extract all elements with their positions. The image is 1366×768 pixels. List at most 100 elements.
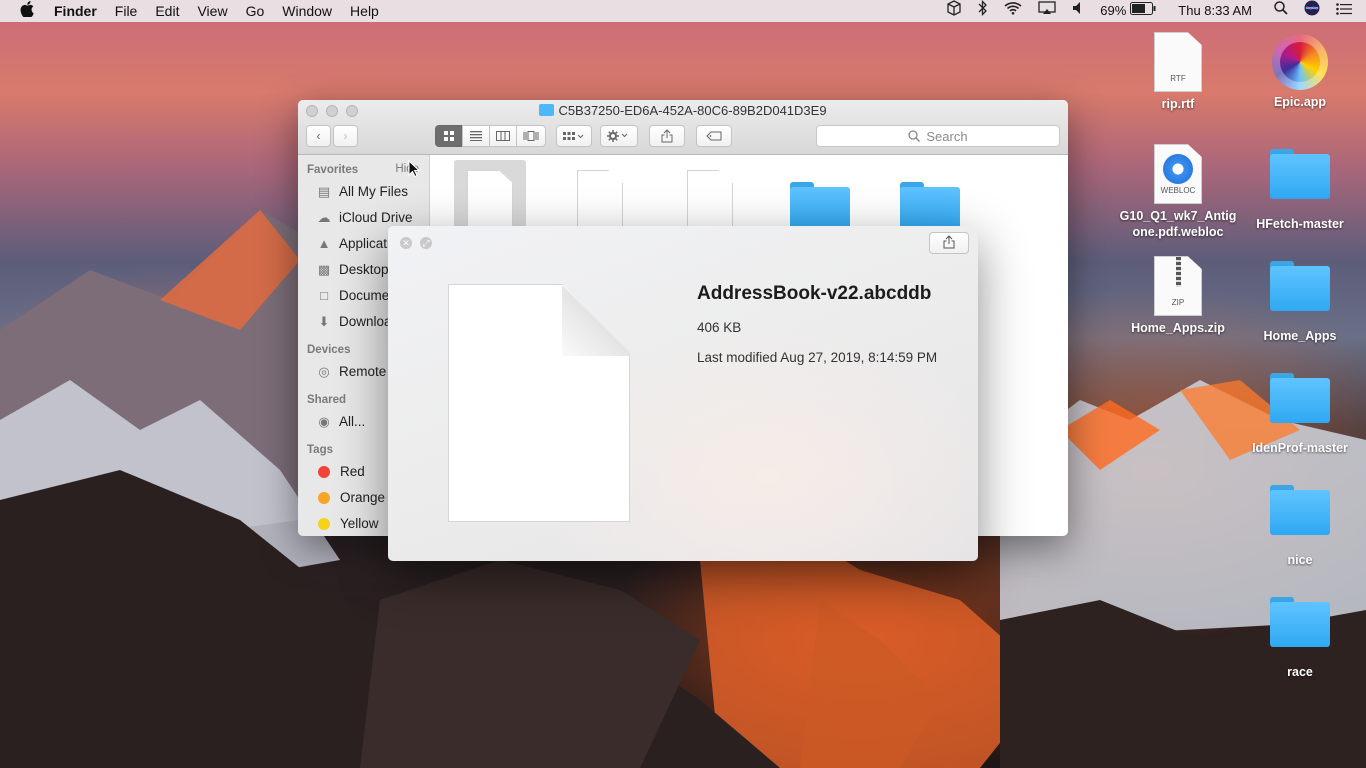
network-icon: ◉ — [318, 414, 330, 429]
quick-look-modified-date: Last modified Aug 27, 2019, 8:14:59 PM — [697, 350, 938, 365]
desktop-icon-label: rip.rtf — [1161, 97, 1195, 111]
battery-icon[interactable] — [1128, 0, 1164, 22]
desktop-icon-hfetch-master[interactable]: HFetch-master — [1240, 144, 1360, 232]
document-icon — [687, 170, 733, 230]
menu-edit[interactable]: Edit — [146, 0, 188, 22]
battery-percent[interactable]: 69% — [1092, 0, 1128, 22]
gear-icon — [607, 130, 628, 142]
menu-file[interactable]: File — [106, 0, 147, 22]
edit-tags-button[interactable] — [696, 125, 732, 147]
search-field[interactable]: Search — [816, 125, 1060, 147]
apple-menu-icon[interactable] — [0, 1, 54, 21]
search-placeholder: Search — [926, 128, 968, 144]
arrange-grid-icon — [563, 132, 584, 140]
label-line-1: G10_Q1_wk7_Antig — [1119, 209, 1237, 223]
folder-icon — [1270, 149, 1330, 199]
desktop-icon-home-apps-zip[interactable]: ZIP Home_Apps.zip — [1118, 256, 1238, 336]
page-fold-icon — [562, 284, 630, 356]
arrange-button[interactable] — [556, 125, 592, 147]
document-icon — [577, 170, 623, 230]
airplay-icon[interactable] — [1030, 0, 1064, 22]
cover-flow-icon — [523, 131, 539, 141]
applications-icon: ▲ — [317, 236, 331, 251]
zip-tag: ZIP — [1171, 298, 1185, 307]
bluetooth-icon[interactable] — [970, 0, 996, 23]
list-view-button[interactable] — [462, 125, 490, 147]
quick-look-filesize: 406 KB — [697, 320, 742, 335]
folder-icon — [1270, 373, 1330, 423]
sidebar-item-label: Desktop — [339, 262, 389, 277]
zip-archive-icon: ZIP — [1154, 256, 1202, 316]
full-screen-quick-look-button[interactable]: ⤢ — [420, 237, 432, 249]
desktop-icon-label: Home_Apps — [1263, 329, 1337, 343]
tag-icon — [706, 131, 722, 141]
sidebar-item-all-my-files[interactable]: ▤ All My Files — [298, 179, 429, 205]
folder-icon — [539, 104, 555, 116]
finder-toolbar: C5B37250-ED6A-452A-80C6-89B2D041D3E9 ‹ › — [298, 100, 1068, 155]
icon-view-button[interactable] — [435, 125, 463, 147]
file-item[interactable] — [564, 160, 636, 230]
document-icon — [467, 170, 513, 230]
disc-icon: ◎ — [318, 364, 330, 379]
documents-icon: □ — [320, 288, 328, 303]
file-item[interactable] — [674, 160, 746, 230]
siri-icon[interactable] — [1296, 0, 1328, 23]
folder-icon — [790, 182, 850, 230]
desktop-icon-idenprof-master[interactable]: IdenProf-master — [1240, 368, 1360, 456]
file-item-selected[interactable] — [454, 160, 526, 230]
sidebar-item-label: Orange — [340, 490, 386, 505]
notification-center-icon[interactable] — [1328, 0, 1366, 22]
sidebar-item-label: Yellow — [340, 516, 379, 531]
cover-flow-button[interactable] — [516, 125, 546, 147]
quick-look-panel: ✕ ⤢ AddressBook-v22.abcddb 406 KB Last m… — [388, 226, 978, 561]
red-tag-dot-icon — [318, 466, 330, 478]
epic-browser-icon — [1272, 34, 1328, 90]
menu-finder[interactable]: Finder — [54, 0, 106, 22]
close-quick-look-button[interactable]: ✕ — [400, 237, 412, 249]
yellow-tag-dot-icon — [318, 518, 330, 530]
folder-icon — [900, 182, 960, 230]
desktop-icon-label: Epic.app — [1273, 95, 1327, 109]
desktop-icon-label: IdenProf-master — [1252, 441, 1348, 455]
desktop-icon-home-apps[interactable]: Home_Apps — [1240, 256, 1360, 344]
desktop-icon: ▩ — [317, 262, 331, 277]
action-button[interactable] — [600, 125, 638, 147]
desktop-icon-race[interactable]: race — [1240, 592, 1360, 680]
label-line-2: one.pdf.webloc — [1132, 225, 1224, 239]
rtf-tag: RTF — [1170, 74, 1186, 83]
sidebar-item-label: Red — [340, 464, 365, 479]
folder-item[interactable] — [784, 160, 856, 230]
menu-clock[interactable]: Thu 8:33 AM — [1164, 0, 1266, 22]
folder-item[interactable] — [894, 160, 966, 230]
rtf-document-icon: RTF — [1154, 32, 1202, 92]
orange-tag-dot-icon — [318, 492, 330, 504]
menu-bar: Finder File Edit View Go Window Help 69%… — [0, 0, 1366, 22]
menu-view[interactable]: View — [188, 0, 236, 22]
desktop-icon-rip-rtf[interactable]: RTF rip.rtf — [1118, 32, 1238, 112]
back-button[interactable]: ‹ — [306, 125, 331, 147]
folder-icon — [1270, 597, 1330, 647]
wifi-icon[interactable] — [996, 0, 1030, 22]
volume-icon[interactable] — [1064, 0, 1092, 22]
spotlight-search-icon[interactable] — [1266, 0, 1296, 22]
desktop-icon-label: HFetch-master — [1256, 217, 1344, 231]
desktop-icon-nice[interactable]: nice — [1240, 480, 1360, 568]
menu-window[interactable]: Window — [273, 0, 341, 22]
column-view-button[interactable] — [489, 125, 517, 147]
downloads-icon: ⬇ — [318, 314, 330, 329]
package-icon[interactable] — [938, 0, 970, 23]
forward-button[interactable]: › — [333, 125, 358, 147]
window-title-text: C5B37250-ED6A-452A-80C6-89B2D041D3E9 — [558, 103, 827, 118]
desktop-icon-webloc[interactable]: WEBLOC G10_Q1_wk7_Antig one.pdf.webloc — [1118, 144, 1238, 240]
share-button[interactable] — [649, 125, 685, 147]
chevron-right-icon: › — [343, 129, 348, 143]
menu-go[interactable]: Go — [237, 0, 274, 22]
safari-compass-icon — [1163, 154, 1193, 184]
desktop-icon-label: race — [1287, 665, 1313, 679]
quick-look-share-button[interactable] — [929, 232, 969, 254]
webloc-document-icon: WEBLOC — [1154, 144, 1202, 204]
desktop-icon-epic-app[interactable]: Epic.app — [1240, 32, 1360, 110]
cloud-icon: ☁ — [317, 210, 331, 225]
menu-help[interactable]: Help — [341, 0, 388, 22]
columns-icon — [496, 131, 510, 141]
